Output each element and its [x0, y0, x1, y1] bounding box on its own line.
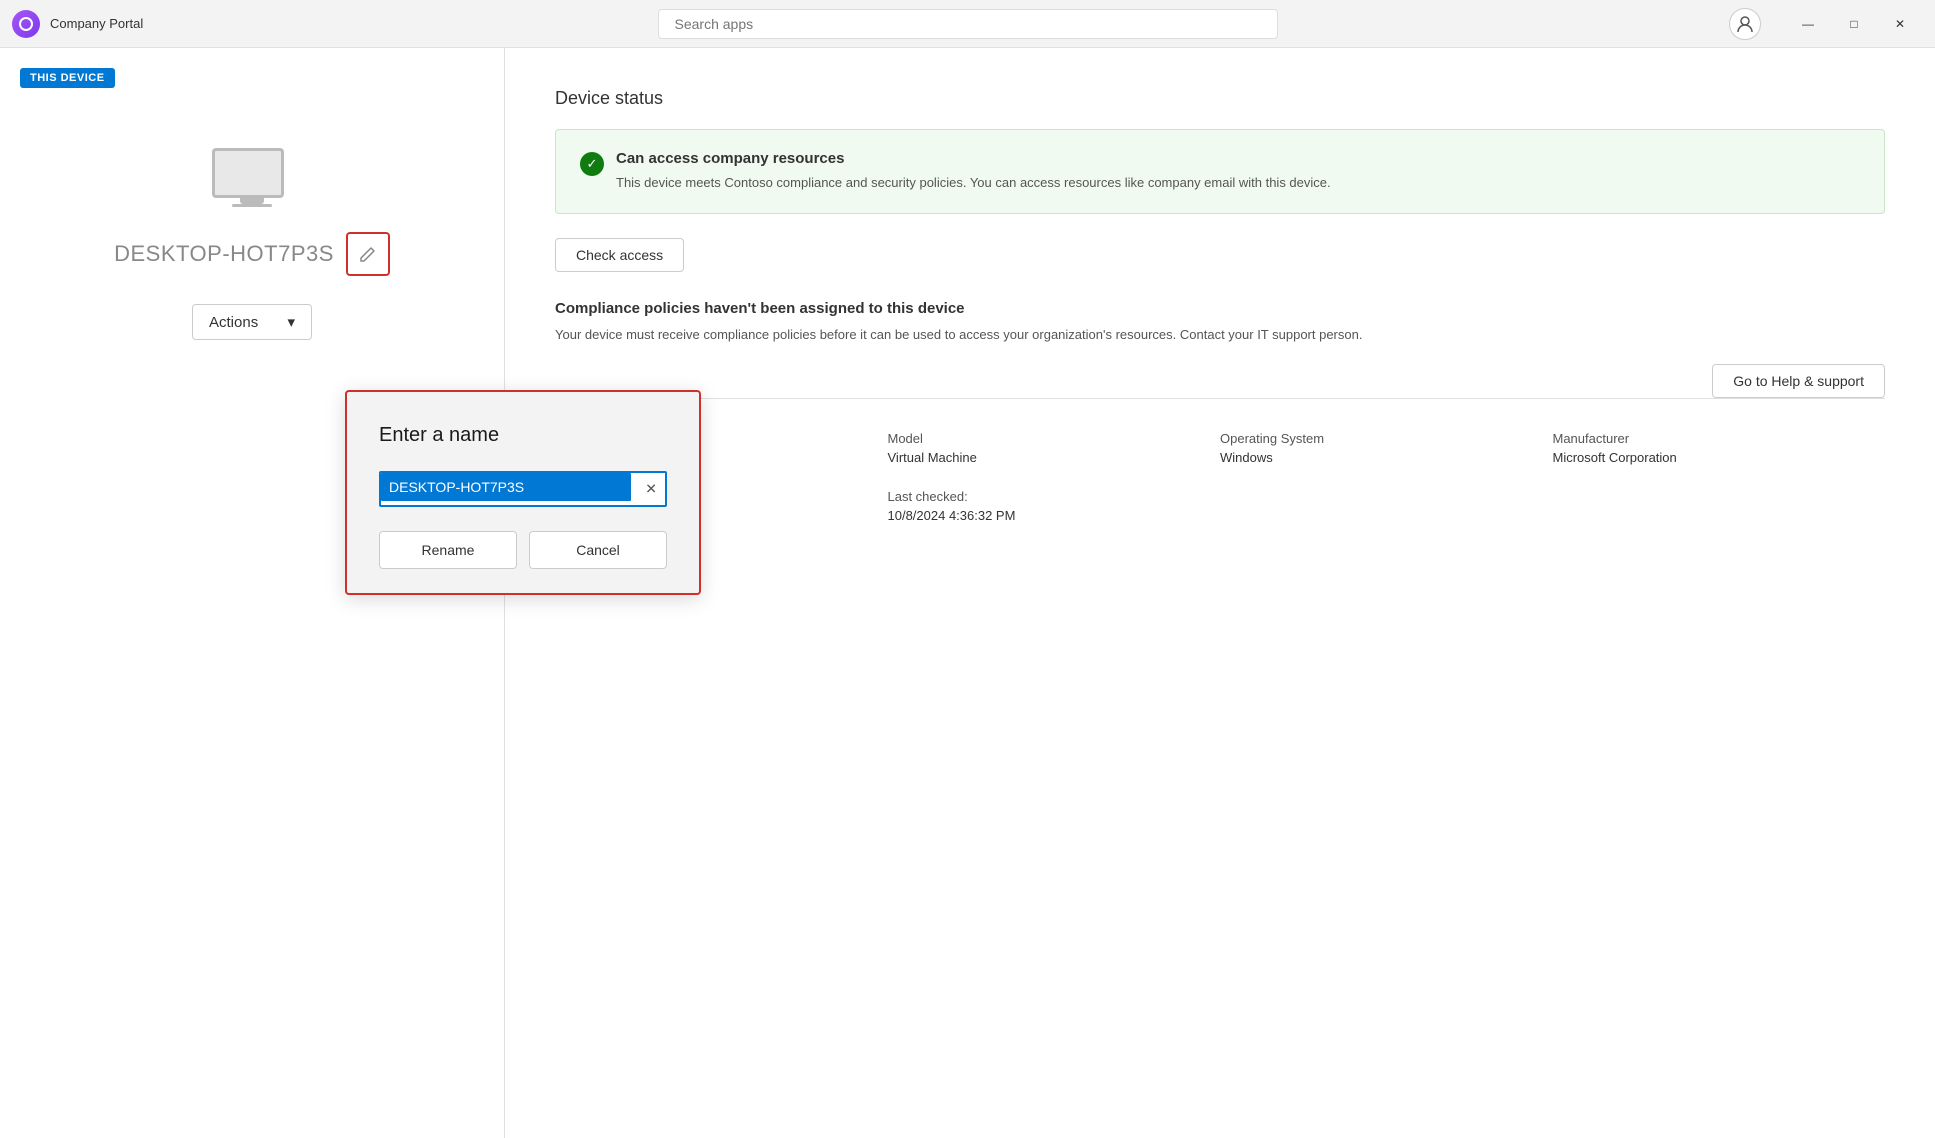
- window-controls: — □ ✕: [1785, 8, 1923, 40]
- device-info-grid: Original Name DESKTOP-HOT7P3S Model Virt…: [555, 431, 1885, 523]
- manufacturer-info: Manufacturer Microsoft Corporation: [1553, 431, 1886, 465]
- status-card-title: Can access company resources: [616, 150, 1331, 167]
- model-label: Model: [888, 431, 1221, 446]
- minimize-button[interactable]: —: [1785, 8, 1831, 40]
- chevron-down-icon: ▾: [287, 313, 295, 331]
- device-status-title: Device status: [555, 88, 1885, 109]
- divider: [555, 398, 1885, 399]
- last-checked-label: Last checked:: [888, 489, 1221, 504]
- status-check-icon: ✓: [580, 152, 604, 176]
- dialog-rename-button[interactable]: Rename: [379, 531, 517, 569]
- device-name-text: DESKTOP-HOT7P3S: [114, 241, 334, 267]
- device-icon-wrap: [212, 148, 292, 208]
- last-checked-value: 10/8/2024 4:36:32 PM: [888, 508, 1221, 523]
- device-icon: [212, 148, 292, 208]
- dialog-clear-button[interactable]: ✕: [643, 479, 659, 500]
- last-checked-info: Last checked: 10/8/2024 4:36:32 PM: [888, 489, 1221, 523]
- right-panel: Device status ✓ Can access company resou…: [505, 48, 1935, 1138]
- device-base: [232, 204, 272, 207]
- status-card: ✓ Can access company resources This devi…: [555, 129, 1885, 214]
- status-card-desc: This device meets Contoso compliance and…: [616, 173, 1331, 193]
- app-name: Company Portal: [50, 16, 143, 31]
- compliance-title: Compliance policies haven't been assigne…: [555, 300, 1885, 317]
- device-name-row: DESKTOP-HOT7P3S: [114, 232, 390, 276]
- rename-dialog: Enter a name DESKTOP-HOT7P3S ✕ Rename Ca…: [345, 390, 701, 595]
- check-access-button[interactable]: Check access: [555, 238, 684, 272]
- logo-inner: [19, 17, 33, 31]
- os-info: Operating System Windows: [1220, 431, 1553, 465]
- dialog-input-wrap: DESKTOP-HOT7P3S ✕: [379, 471, 667, 507]
- app-logo: [12, 10, 40, 38]
- status-card-content: Can access company resources This device…: [616, 150, 1331, 193]
- os-value: Windows: [1220, 450, 1553, 465]
- close-button[interactable]: ✕: [1877, 8, 1923, 40]
- dialog-actions: Rename Cancel: [379, 531, 667, 569]
- titlebar: Company Portal — □ ✕: [0, 0, 1935, 48]
- dialog-title: Enter a name: [379, 424, 667, 447]
- dialog-name-input[interactable]: [379, 471, 667, 507]
- compliance-desc: Your device must receive compliance poli…: [555, 325, 1885, 345]
- this-device-badge: THIS DEVICE: [20, 68, 115, 88]
- search-input[interactable]: [658, 9, 1278, 39]
- user-icon[interactable]: [1729, 8, 1761, 40]
- main-layout: THIS DEVICE DESKTOP-HOT7P3S Actions ▾ De…: [0, 48, 1935, 1138]
- maximize-button[interactable]: □: [1831, 8, 1877, 40]
- compliance-section: Compliance policies haven't been assigne…: [555, 300, 1885, 345]
- actions-dropdown[interactable]: Actions ▾: [192, 304, 312, 340]
- titlebar-right: — □ ✕: [1729, 8, 1923, 40]
- model-info: Model Virtual Machine: [888, 431, 1221, 465]
- actions-label: Actions: [209, 314, 258, 331]
- os-label: Operating System: [1220, 431, 1553, 446]
- manufacturer-label: Manufacturer: [1553, 431, 1886, 446]
- rename-icon-button[interactable]: [346, 232, 390, 276]
- help-support-button[interactable]: Go to Help & support: [1712, 364, 1885, 398]
- manufacturer-value: Microsoft Corporation: [1553, 450, 1886, 465]
- search-container: [658, 9, 1278, 39]
- device-screen: [212, 148, 284, 198]
- model-value: Virtual Machine: [888, 450, 1221, 465]
- dialog-cancel-button[interactable]: Cancel: [529, 531, 667, 569]
